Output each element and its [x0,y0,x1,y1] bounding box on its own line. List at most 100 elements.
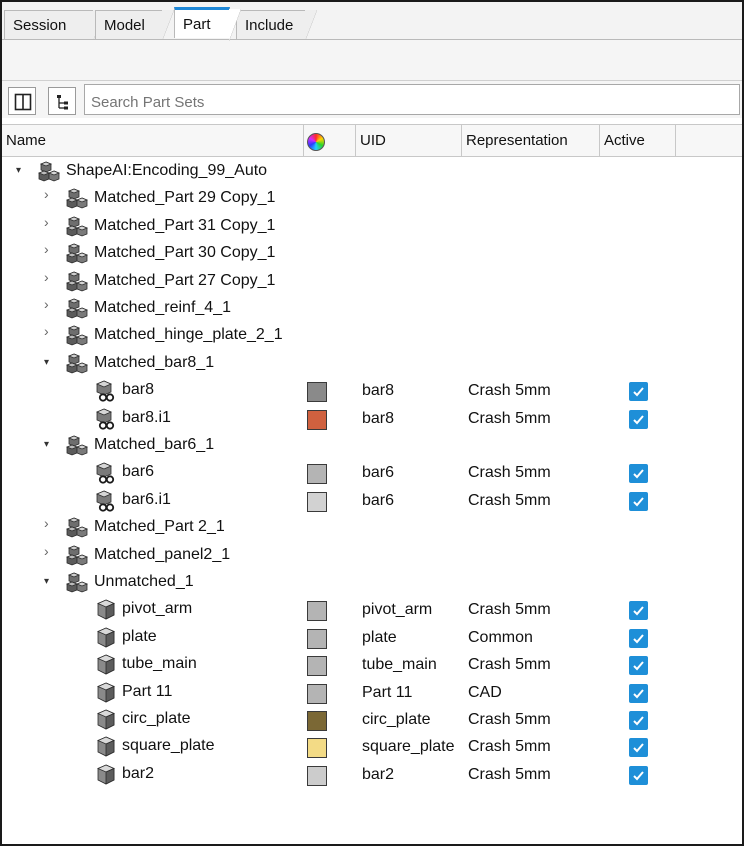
active-checkbox[interactable] [629,491,648,511]
tree-item-label: Matched_Part 27 Copy_1 [94,271,276,289]
tree-view-button[interactable] [48,87,76,115]
collapse-arrow-icon[interactable]: ▾ [44,577,54,587]
representation-cell[interactable]: Crash 5mm [468,492,551,510]
column-color[interactable] [304,125,356,157]
expand-arrow-icon[interactable]: › [44,516,54,530]
assembly-icon [65,270,90,294]
tree-item-label: square_plate [122,737,215,755]
collapse-arrow-icon[interactable]: ▾ [16,166,26,176]
expand-arrow-icon[interactable]: › [44,324,54,338]
expand-arrow-icon[interactable]: › [44,270,54,284]
color-swatch[interactable] [307,382,327,403]
color-swatch[interactable] [307,409,327,430]
tree-part-row[interactable]: pivot_arm pivot_arm Crash 5mm [2,596,742,623]
tree-assembly-row[interactable]: ▾ Matched_bar6_1 [2,432,742,459]
active-checkbox[interactable] [629,464,648,484]
tree-item-label: Matched_panel2_1 [94,545,231,563]
tree-assembly-row[interactable]: ▾ Unmatched_1 [2,569,742,596]
tree-item-label: Matched_Part 30 Copy_1 [94,244,276,262]
color-swatch[interactable] [307,464,327,485]
collapse-arrow-icon[interactable]: ▾ [44,357,54,368]
tree-item-label: circ_plate [122,710,191,727]
color-swatch[interactable] [307,765,327,786]
tree-assembly-row[interactable]: › Matched_Part 27 Copy_1 [2,268,742,295]
active-checkbox[interactable] [629,683,648,703]
color-swatch[interactable] [307,656,327,677]
tree-part-row[interactable]: bar6.i1 bar6 Crash 5mm [2,487,742,514]
column-representation[interactable]: Representation [462,125,600,157]
active-checkbox[interactable] [629,765,648,785]
tree-part-row[interactable]: Part 11 Part 11 CAD [2,679,742,706]
active-checkbox[interactable] [629,738,648,758]
part-icon [94,763,118,787]
color-swatch[interactable] [307,491,327,512]
expand-arrow-icon[interactable]: › [44,215,54,229]
tree-assembly-row[interactable]: ▾ ShapeAI:Encoding_99_Auto [2,158,742,185]
representation-cell[interactable]: CAD [468,684,502,702]
column-active[interactable]: Active [600,125,676,157]
tree-part-row[interactable]: tube_main tube_main Crash 5mm [2,651,742,678]
expand-arrow-icon[interactable]: › [44,187,54,201]
color-swatch[interactable] [307,738,327,759]
representation-cell[interactable]: Crash 5mm [468,382,551,400]
representation-cell[interactable]: Crash 5mm [468,601,551,619]
tree-item-label: Matched_Part 31 Copy_1 [94,216,276,234]
expand-arrow-icon[interactable]: › [44,297,54,311]
representation-cell[interactable]: Common [468,629,533,647]
active-checkbox[interactable] [629,601,648,621]
color-swatch[interactable] [307,601,327,622]
tree-item-label: ShapeAI:Encoding_99_Auto [66,162,268,179]
assembly-icon [65,571,90,595]
active-checkbox[interactable] [629,711,648,730]
active-checkbox[interactable] [629,628,648,648]
representation-cell[interactable]: Crash 5mm [468,738,551,756]
assembly-icon [65,352,90,376]
tree-assembly-row[interactable]: › Matched_panel2_1 [2,542,742,569]
active-checkbox[interactable] [629,656,648,676]
tab-include[interactable]: Include [236,10,317,41]
representation-cell[interactable]: Crash 5mm [468,464,551,482]
tree-part-row[interactable]: bar8 bar8 Crash 5mm [2,377,742,404]
representation-cell[interactable]: Crash 5mm [468,410,551,428]
column-uid[interactable]: UID [356,125,462,157]
tab-content-header [2,40,742,80]
color-swatch[interactable] [307,628,327,649]
tree-assembly-row[interactable]: › Matched_Part 30 Copy_1 [2,240,742,267]
representation-cell[interactable]: Crash 5mm [468,766,551,784]
tree-assembly-row[interactable]: › Matched_reinf_4_1 [2,295,742,322]
tree-part-row[interactable]: circ_plate circ_plate Crash 5mm [2,706,742,733]
color-wheel-icon [307,133,325,151]
active-checkbox[interactable] [629,382,648,402]
tree-item-label: Matched_Part 29 Copy_1 [94,189,276,207]
expand-arrow-icon[interactable]: › [44,544,54,558]
representation-cell[interactable]: Crash 5mm [468,711,551,729]
active-checkbox[interactable] [629,409,648,429]
color-swatch[interactable] [307,683,327,704]
tree-part-row[interactable]: bar2 bar2 Crash 5mm [2,761,742,788]
color-swatch[interactable] [307,711,327,731]
column-name[interactable]: Name [2,125,304,157]
representation-cell[interactable]: Crash 5mm [468,656,551,674]
tree-assembly-row[interactable]: › Matched_Part 2_1 [2,514,742,541]
tree-part-row[interactable]: bar8.i1 bar8 Crash 5mm [2,405,742,432]
panel-layout-button[interactable] [8,87,36,115]
tab-part[interactable]: Part [174,7,241,41]
tab-model[interactable]: Model [95,10,174,41]
tree-assembly-row[interactable]: › Matched_hinge_plate_2_1 [2,322,742,349]
search-input[interactable] [84,84,740,115]
tree-part-row[interactable]: bar6 bar6 Crash 5mm [2,459,742,486]
tab-label: Model [104,17,145,34]
tree-part-row[interactable]: plate plate Common [2,624,742,651]
tree-item-label: Matched_Part 2_1 [94,518,225,536]
uid-cell: bar6 [362,464,395,482]
assembly-icon [65,324,90,348]
tab-session[interactable]: Session [4,10,105,41]
expand-arrow-icon[interactable]: › [44,242,54,256]
tree-assembly-row[interactable]: › Matched_Part 29 Copy_1 [2,185,742,212]
tree-assembly-row[interactable]: › Matched_Part 31 Copy_1 [2,213,742,240]
tree-part-row[interactable]: square_plate square_plate Crash 5mm [2,733,742,760]
tree-item-label: Part 11 [122,682,173,700]
collapse-arrow-icon[interactable]: ▾ [44,440,54,450]
uid-cell: tube_main [362,656,437,674]
tree-assembly-row[interactable]: ▾ Matched_bar8_1 [2,350,742,377]
